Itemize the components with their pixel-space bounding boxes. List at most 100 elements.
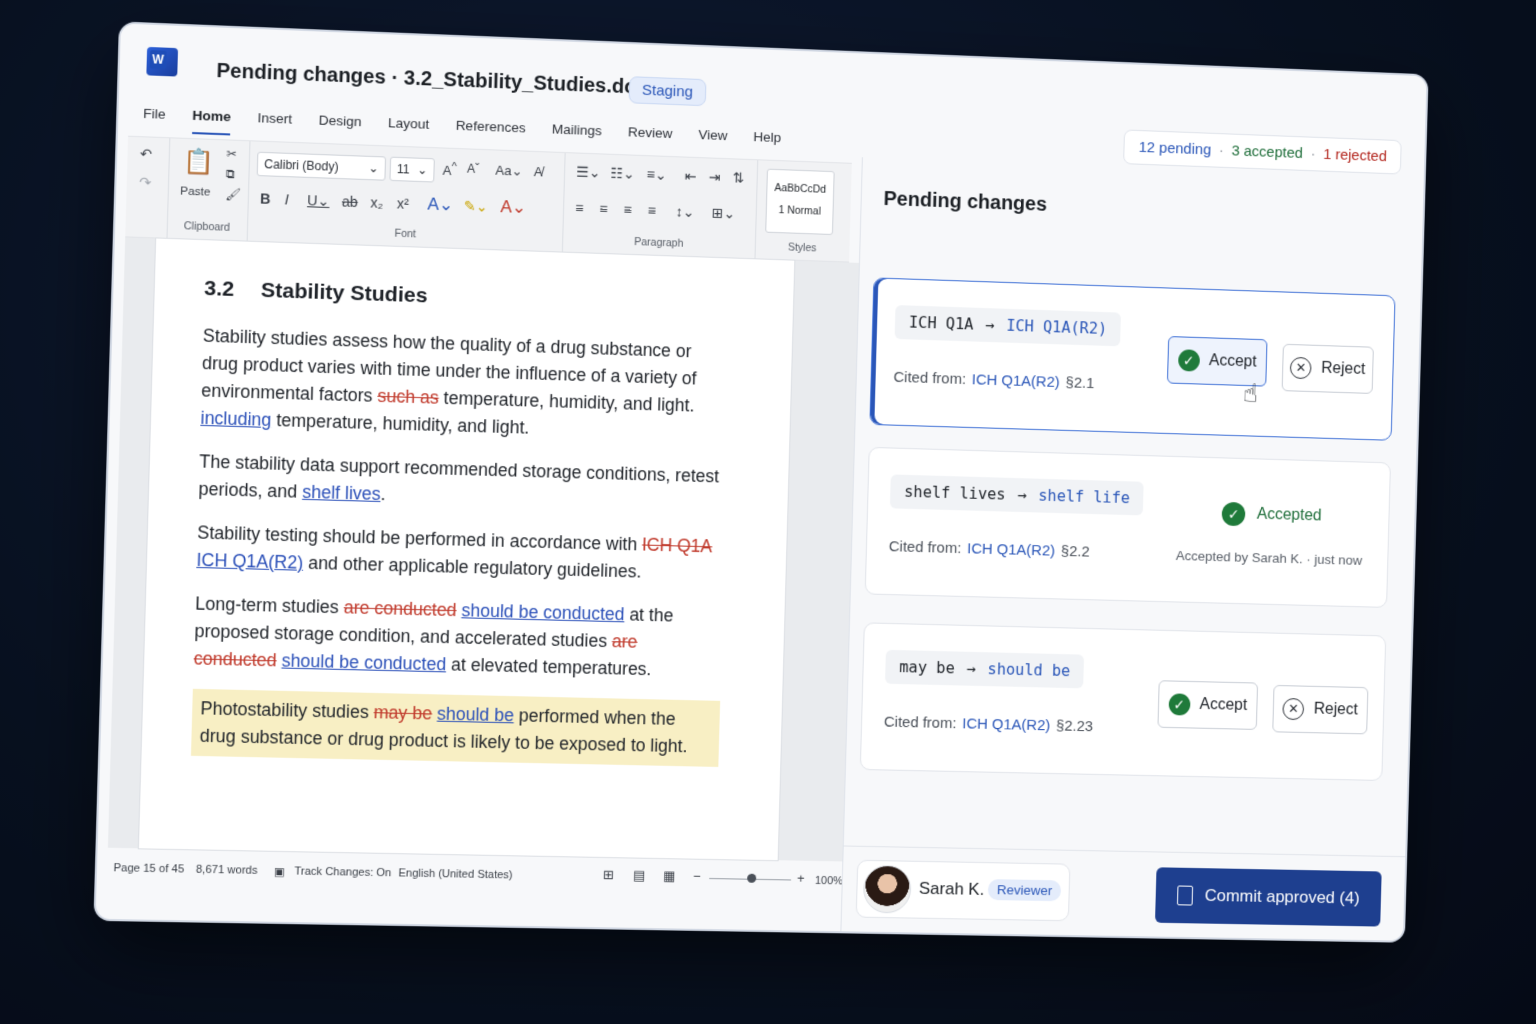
change-card[interactable]: shelf lives → shelf life Cited from: ICH Q1… — [865, 447, 1391, 608]
change-case-icon[interactable]: Aa⌄ — [495, 163, 523, 180]
bullets-icon[interactable]: ☰⌄ — [576, 164, 601, 182]
grow-font-icon[interactable]: A^ — [442, 161, 456, 179]
role-badge: Reviewer — [988, 879, 1062, 901]
citation-section: §2.2 — [1061, 543, 1090, 561]
deleted-text[interactable]: ICH Q1A — [642, 534, 713, 556]
track-changes-status[interactable]: Track Changes: On — [294, 865, 391, 879]
language-status[interactable]: English (United States) — [398, 867, 512, 881]
clipboard-group: 📋 Paste ✂ ⧉ 🖌 Clipboard — [166, 138, 250, 240]
user-chip[interactable]: Sarah K. Reviewer — [856, 860, 1071, 922]
multilevel-list-icon[interactable]: ≡⌄ — [646, 166, 666, 184]
deleted-text[interactable]: such as — [377, 386, 439, 408]
word-logo-icon: W — [146, 47, 178, 77]
paste-button[interactable]: Paste — [180, 185, 211, 198]
reject-button[interactable]: ✕ Reject — [1282, 344, 1374, 394]
tab-review[interactable]: Review — [627, 124, 672, 152]
shrink-font-icon[interactable]: Aˇ — [467, 162, 480, 177]
text-effects-icon[interactable]: A⌄ — [427, 194, 454, 215]
font-size-value: 11 — [397, 162, 410, 177]
web-layout-icon[interactable]: ▦ — [663, 868, 676, 884]
pointer-cursor-icon: ☝ — [1242, 378, 1258, 409]
strikethrough-icon[interactable]: ab — [342, 193, 358, 210]
highlight-color-icon[interactable]: ✎⌄ — [464, 198, 488, 216]
align-left-icon[interactable]: ≡ — [575, 200, 584, 216]
inserted-text[interactable]: including — [200, 408, 271, 430]
align-center-icon[interactable]: ≡ — [599, 201, 608, 217]
print-layout-icon[interactable]: ⊞ — [603, 867, 614, 883]
tab-view[interactable]: View — [698, 127, 728, 154]
underline-icon[interactable]: U⌄ — [307, 192, 330, 210]
paste-icon[interactable]: 📋 — [183, 147, 215, 178]
tab-home[interactable]: Home — [192, 108, 231, 136]
clipboard-label: Clipboard — [167, 220, 247, 235]
borders-icon[interactable]: ⊞⌄ — [712, 205, 736, 223]
arrow-right-icon: → — [1017, 486, 1027, 504]
citation-section: §2.1 — [1065, 374, 1094, 392]
superscript-icon[interactable]: x² — [397, 195, 409, 212]
bold-icon[interactable]: B — [260, 190, 271, 207]
inserted-text[interactable]: shelf lives — [302, 482, 381, 504]
track-changes-icon: ▣ — [274, 865, 285, 878]
document-page[interactable]: 3.2 Stability Studies Stability studies a… — [139, 238, 794, 860]
change-card[interactable]: ICH Q1A → ICH Q1A(R2) Cited from: ICH Q1A(R… — [869, 277, 1395, 440]
increase-indent-icon[interactable]: ⇥ — [709, 168, 721, 185]
font-family-value: Calibri (Body) — [264, 157, 339, 174]
citation-source-link[interactable]: ICH Q1A(R2) — [967, 540, 1055, 559]
zoom-level[interactable]: 100% — [815, 875, 843, 887]
commit-approved-button[interactable]: Commit approved (4) — [1155, 867, 1382, 926]
format-painter-icon[interactable]: 🖌 — [225, 187, 241, 202]
tab-mailings[interactable]: Mailings — [551, 121, 602, 149]
inserted-text[interactable]: should be conducted — [281, 650, 446, 674]
word-count[interactable]: 8,671 words — [196, 864, 258, 877]
numbering-icon[interactable]: ☷⌄ — [610, 165, 635, 183]
page-count[interactable]: Page 15 of 45 — [113, 862, 184, 875]
font-family-select[interactable]: Calibri (Body) ⌄ — [257, 152, 386, 181]
document-area: 3.2 Stability Studies Stability studies a… — [108, 237, 859, 861]
font-group: Calibri (Body) ⌄ 11 ⌄ A^ Aˇ Aa⌄ A̸ B I U… — [247, 141, 566, 251]
tab-layout[interactable]: Layout — [388, 115, 430, 143]
accept-button[interactable]: ✓ Accept — [1157, 680, 1258, 730]
change-to: ICH Q1A(R2) — [1006, 317, 1107, 338]
citation: Cited from: ICH Q1A(R2) §2.2 — [889, 538, 1090, 560]
italic-icon[interactable]: I — [284, 191, 288, 207]
tab-help[interactable]: Help — [753, 129, 781, 156]
zoom-out-icon[interactable]: − — [693, 869, 701, 884]
environment-badge: Staging — [629, 76, 707, 106]
reject-button[interactable]: ✕ Reject — [1272, 685, 1368, 734]
redo-icon[interactable]: ↷ — [139, 174, 152, 192]
tab-references[interactable]: References — [455, 118, 526, 147]
justify-icon[interactable]: ≡ — [647, 202, 656, 218]
read-mode-icon[interactable]: ▤ — [633, 868, 646, 884]
tab-insert[interactable]: Insert — [257, 110, 292, 138]
copy-icon[interactable]: ⧉ — [226, 167, 235, 183]
deleted-text[interactable]: may be — [373, 702, 432, 724]
line-spacing-icon[interactable]: ↕⌄ — [675, 203, 694, 221]
section-number: 3.2 — [204, 277, 235, 301]
paragraph-2: The stability data support recommended s… — [198, 448, 727, 517]
change-to: shelf life — [1038, 487, 1130, 507]
tab-design[interactable]: Design — [318, 112, 362, 140]
paragraph-4: Long-term studies are conducted should b… — [193, 590, 723, 685]
inserted-text[interactable]: should be — [437, 703, 514, 725]
citation-source-link[interactable]: ICH Q1A(R2) — [962, 715, 1050, 734]
style-normal[interactable]: AaBbCcDd 1 Normal — [765, 169, 834, 235]
change-card[interactable]: may be → should be Cited from: ICH Q1A(R2) §… — [860, 622, 1386, 781]
deleted-text[interactable]: are conducted — [343, 597, 456, 620]
zoom-slider-thumb[interactable] — [747, 874, 756, 883]
font-color-icon[interactable]: A⌄ — [500, 197, 526, 218]
inserted-text[interactable]: should be conducted — [461, 600, 625, 624]
subscript-icon[interactable]: x₂ — [370, 194, 383, 211]
sort-icon[interactable]: ⇅ — [733, 169, 745, 186]
undo-icon[interactable]: ↶ — [140, 145, 153, 163]
clear-formatting-icon[interactable]: A̸ — [534, 164, 543, 179]
citation-source-link[interactable]: ICH Q1A(R2) — [972, 371, 1060, 391]
font-size-select[interactable]: 11 ⌄ — [389, 157, 434, 183]
zoom-in-icon[interactable]: + — [797, 871, 805, 886]
cut-icon[interactable]: ✂ — [226, 147, 237, 162]
align-right-icon[interactable]: ≡ — [623, 201, 632, 217]
style-name: 1 Normal — [767, 204, 833, 218]
tab-file[interactable]: File — [143, 106, 166, 133]
app-window: W Pending changes · 3.2_Stability_Studie… — [96, 23, 1427, 940]
inserted-text[interactable]: ICH Q1A(R2) — [196, 550, 303, 573]
decrease-indent-icon[interactable]: ⇤ — [684, 168, 696, 185]
